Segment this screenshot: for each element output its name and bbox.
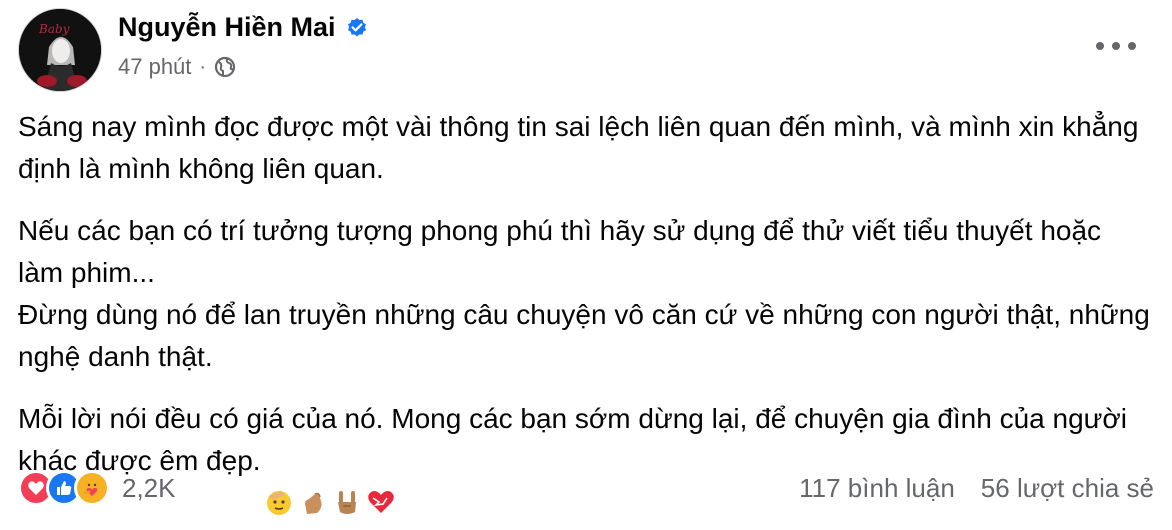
- share-count[interactable]: 56 lượt chia sẻ: [981, 473, 1154, 504]
- comment-count[interactable]: 117 bình luận: [799, 473, 955, 504]
- engagement-counts: 117 bình luận 56 lượt chia sẻ: [799, 473, 1154, 504]
- svg-text:Baby: Baby: [38, 22, 70, 36]
- author-name[interactable]: Nguyễn Hiền Mai: [118, 12, 336, 43]
- care-reaction-icon[interactable]: [74, 470, 110, 506]
- reaction-count[interactable]: 2,2K: [122, 473, 176, 504]
- author-row: Nguyễn Hiền Mai: [118, 12, 368, 43]
- more-dot: [1128, 42, 1136, 50]
- post-time[interactable]: 47 phút: [118, 54, 191, 80]
- post-paragraph: Sáng nay mình đọc được một vài thông tin…: [18, 111, 1139, 184]
- more-dot: [1096, 42, 1104, 50]
- post-content: Sáng nay mình đọc được một vài thông tin…: [18, 106, 1153, 515]
- more-options-icon[interactable]: [1096, 36, 1136, 56]
- reactions[interactable]: 2,2K: [18, 470, 176, 506]
- meta-separator: ·: [199, 55, 207, 78]
- verified-badge-icon: [346, 17, 368, 39]
- post-footer: 2,2K 117 bình luận 56 lượt chia sẻ: [18, 468, 1154, 508]
- post-meta: 47 phút ·: [118, 54, 236, 80]
- more-dot: [1112, 42, 1120, 50]
- facebook-post: Baby Nguyễn Hiền Mai 47 phút · Sáng nay …: [0, 0, 1172, 530]
- post-paragraph: Mỗi lời nói đều có giá của nó. Mong các …: [18, 403, 1127, 476]
- post-paragraph: Nếu các bạn có trí tưởng tượng phong phú…: [18, 215, 1150, 372]
- author-avatar[interactable]: Baby: [18, 8, 102, 92]
- globe-icon[interactable]: [214, 56, 236, 78]
